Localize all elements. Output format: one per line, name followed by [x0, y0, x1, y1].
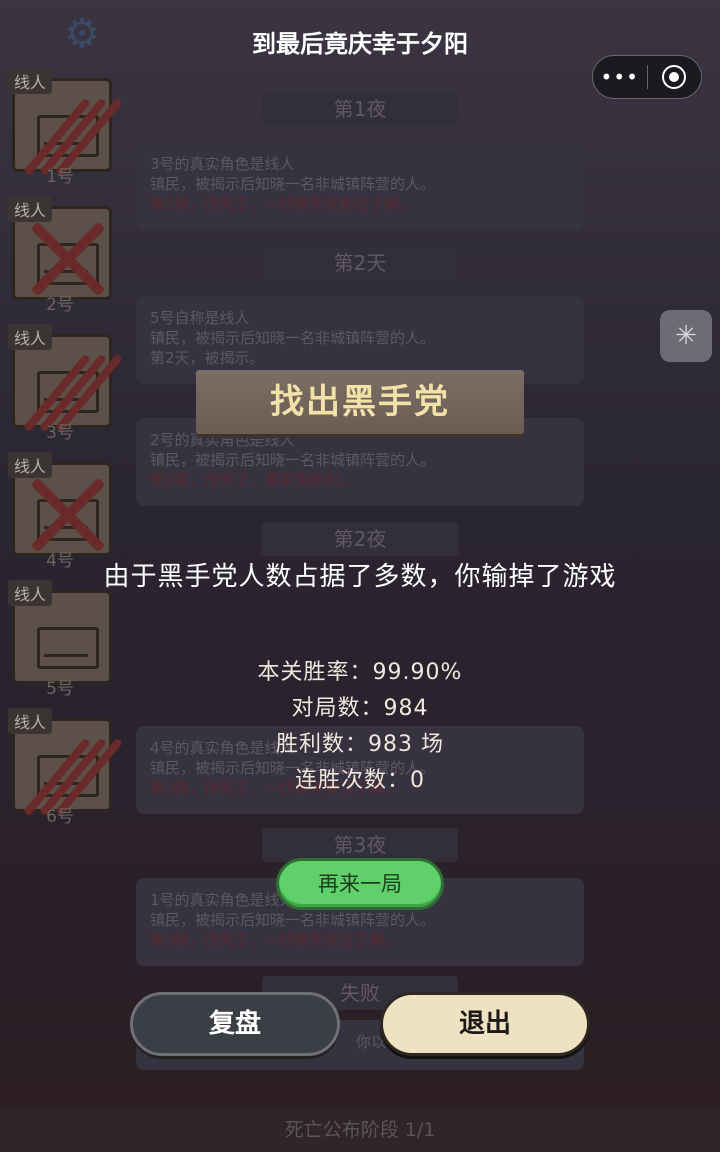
result-modal: 找出黑手党 由于黑手党人数占据了多数，你输掉了游戏 本关胜率：99.90% 对局…: [0, 0, 720, 1152]
modal-banner: 找出黑手党: [196, 370, 524, 434]
review-button[interactable]: 复盘: [130, 992, 340, 1056]
stat-win-rate: 本关胜率：99.90%: [257, 660, 463, 685]
stat-games: 对局数：984: [291, 696, 429, 721]
stats-block: 本关胜率：99.90% 对局数：984 胜利数：983 场 连胜次数：0: [0, 656, 720, 800]
stat-streak: 连胜次数：0: [295, 768, 425, 793]
stat-wins: 胜利数：983 场: [276, 732, 444, 757]
result-message: 由于黑手党人数占据了多数，你输掉了游戏: [103, 562, 617, 592]
play-again-button[interactable]: 再来一局: [276, 858, 444, 910]
exit-button[interactable]: 退出: [380, 992, 590, 1056]
